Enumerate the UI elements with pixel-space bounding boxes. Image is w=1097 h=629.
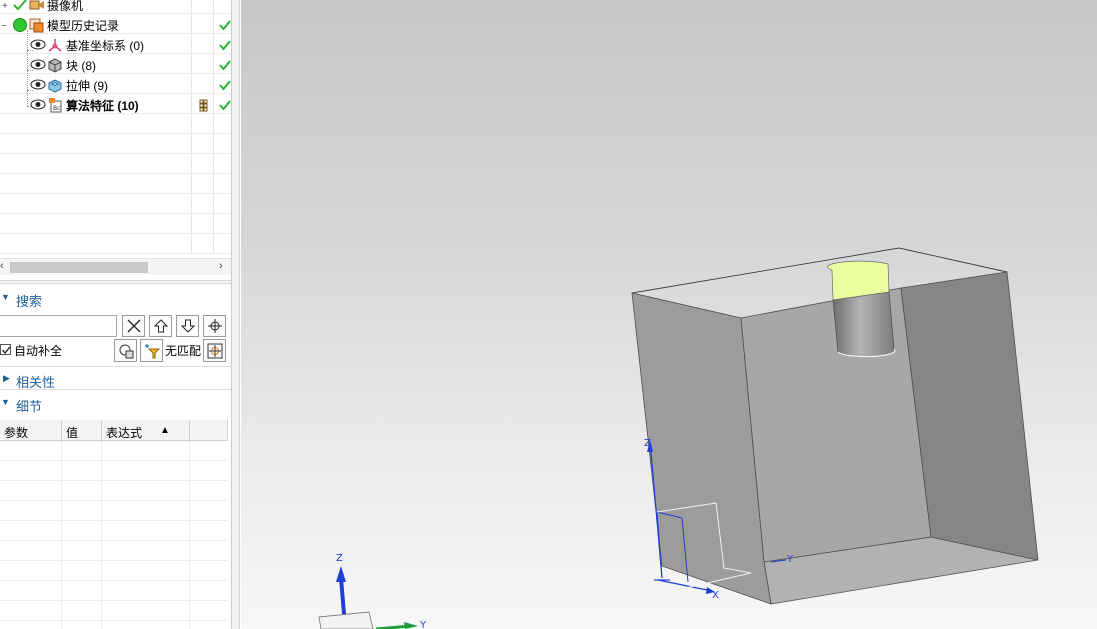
tree-label-extrude: 拉伸 (9): [66, 79, 109, 93]
check-icon: [219, 100, 231, 111]
sort-ascending-icon: ▲: [160, 425, 170, 436]
panel-divider: [0, 366, 231, 367]
tree-row-empty: [0, 134, 231, 154]
tree-label-datum-csys: 基准坐标系 (0): [66, 39, 145, 53]
arrow-down-icon: [180, 319, 196, 333]
previous-match-button[interactable]: [149, 315, 172, 337]
eye-visibility-icon[interactable]: [30, 39, 46, 50]
table-row: [0, 481, 228, 501]
svg-text:Bc: Bc: [53, 105, 60, 112]
column-header-empty: [190, 420, 228, 441]
expand-plus-icon[interactable]: +: [2, 1, 8, 12]
search-options-icon: [119, 344, 134, 359]
collapse-triangle-icon: ▼: [1, 397, 10, 407]
panel-splitter[interactable]: [232, 0, 240, 629]
scrollbar-thumb[interactable]: [10, 262, 148, 273]
eye-visibility-icon[interactable]: [30, 99, 46, 110]
select-all-matches-button[interactable]: [203, 339, 226, 362]
scroll-left-arrow-icon[interactable]: ‹: [0, 260, 4, 272]
check-icon: [219, 20, 231, 31]
grid-marker-icon: [199, 99, 208, 112]
search-section-title: 搜索: [16, 294, 43, 309]
column-header-expression[interactable]: 表达式 ▲: [102, 420, 190, 441]
tree-row-empty: [0, 194, 231, 214]
check-icon: [219, 60, 231, 71]
clear-search-button[interactable]: [122, 315, 145, 337]
table-row: [0, 501, 228, 521]
camera-icon: [29, 0, 44, 10]
column-header-value[interactable]: 值: [62, 420, 102, 441]
target-select-icon: [207, 343, 223, 359]
check-icon: [219, 40, 231, 51]
tree-horizontal-scrollbar[interactable]: ‹ ›: [0, 258, 231, 275]
search-section-header[interactable]: ▼ 搜索: [0, 289, 231, 309]
table-row: [0, 461, 228, 481]
expand-triangle-icon: ▶: [3, 373, 10, 383]
table-row: [0, 601, 228, 621]
tree-row-empty: [0, 234, 231, 254]
triad-y-label: Y: [419, 620, 427, 629]
search-input[interactable]: [0, 315, 117, 337]
feature-tree: + 摄像机 − 模型历史记录 基准坐标系 (0) 块 (8) 拉伸 (9) Bc…: [0, 0, 231, 256]
extrude-icon: [48, 79, 62, 93]
arrow-up-icon: [153, 319, 169, 333]
wcs-x-label: X: [712, 590, 719, 601]
triad-z-label: Z: [336, 553, 343, 564]
algorithmic-feature-icon: Bc: [49, 98, 62, 113]
datum-y-label: Y: [786, 554, 794, 565]
column-header-parameter[interactable]: 参数: [0, 420, 62, 441]
dependencies-section-header[interactable]: ▶ 相关性: [0, 370, 231, 390]
status-ok-circle-icon: [13, 18, 27, 32]
filter-icon: [145, 344, 160, 359]
table-row: [0, 581, 228, 601]
tree-row-empty: [0, 214, 231, 234]
details-section-header[interactable]: ▼ 细节: [0, 394, 231, 414]
filter-button[interactable]: [140, 339, 163, 362]
table-row: [0, 561, 228, 581]
part-navigator-panel: + 摄像机 − 模型历史记录 基准坐标系 (0) 块 (8) 拉伸 (9) Bc…: [0, 0, 232, 629]
eye-visibility-icon[interactable]: [30, 59, 46, 70]
check-icon: [13, 0, 27, 11]
tree-label-block: 块 (8): [66, 59, 97, 73]
tree-row-empty: [0, 174, 231, 194]
view-triad[interactable]: Z Y: [318, 553, 427, 629]
crosshair-icon: [208, 319, 222, 333]
table-row: [0, 521, 228, 541]
no-match-label: 无匹配: [165, 344, 202, 358]
collapse-minus-icon[interactable]: −: [1, 21, 7, 32]
scroll-right-arrow-icon[interactable]: ›: [219, 260, 223, 272]
table-row: [0, 441, 228, 461]
checkmark-icon: [2, 346, 11, 355]
panel-divider: [0, 389, 231, 390]
panel-divider[interactable]: [0, 280, 231, 284]
tree-label-model-history: 模型历史记录: [47, 19, 120, 33]
autocomplete-label: 自动补全: [14, 344, 63, 358]
next-match-button[interactable]: [176, 315, 199, 337]
tree-label-algorithmic-feature: 算法特征 (10): [66, 99, 139, 113]
checkbox-box[interactable]: [0, 344, 11, 355]
tree-connector: [27, 30, 28, 106]
close-icon: [127, 319, 141, 333]
tree-row-empty: [0, 154, 231, 174]
tree-connector: [27, 90, 33, 91]
model-canvas[interactable]: Z X Y Z Y: [241, 0, 1097, 629]
details-section-title: 细节: [16, 399, 43, 414]
tree-connector: [27, 50, 33, 51]
extrude-cylinder[interactable]: [827, 260, 896, 358]
graphics-viewport[interactable]: Z X Y Z Y: [241, 0, 1097, 629]
model-history-icon: [29, 18, 44, 33]
check-icon: [219, 80, 231, 91]
tree-connector: [27, 70, 33, 71]
table-row: [0, 541, 228, 561]
eye-visibility-icon[interactable]: [30, 79, 46, 90]
wcs-z-label: Z: [644, 438, 651, 449]
tree-row-empty: [0, 114, 231, 134]
collapse-triangle-icon: ▼: [1, 292, 10, 302]
locate-button[interactable]: [203, 315, 226, 337]
search-options-button[interactable]: [114, 339, 137, 362]
details-table: 参数 值 表达式 ▲: [0, 420, 228, 629]
datum-csys-icon: [48, 39, 62, 52]
tree-label-camera: 摄像机: [47, 0, 84, 13]
block-icon: [48, 58, 62, 73]
